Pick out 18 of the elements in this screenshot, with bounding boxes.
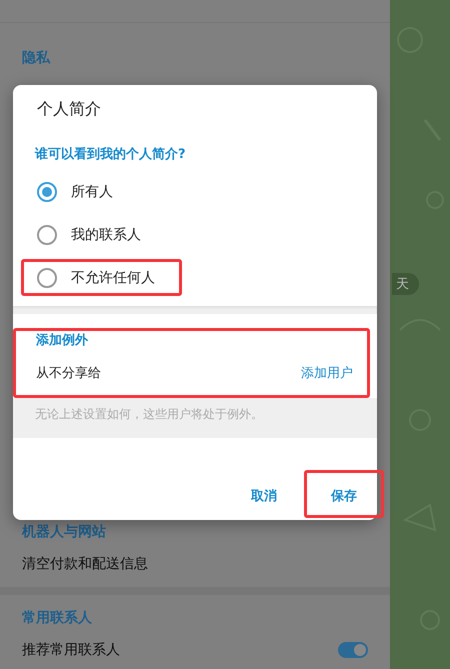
radio-option[interactable]: 我的联系人 — [21, 216, 168, 253]
dialog-button[interactable]: 保存 — [304, 470, 384, 518]
dialog-title: 个人简介 — [36, 98, 102, 120]
section-title: 隐私 — [22, 48, 52, 68]
dialog-button[interactable]: 取消 — [230, 470, 298, 518]
hint-text: 无论上述设置如何，这些用户将处于例外。 — [13, 398, 377, 438]
date-chip: 天 — [392, 273, 419, 295]
toggle-switch[interactable] — [338, 642, 368, 658]
section-title: 添加例外 — [36, 332, 89, 350]
section-title: 机器人与网站 — [22, 523, 107, 542]
setting-label[interactable]: 清空付款和配送信息 — [22, 555, 148, 574]
exception-label: 从不分享给 — [36, 365, 101, 382]
section-title: 常用联系人 — [22, 609, 93, 628]
radio-option[interactable]: 所有人 — [21, 173, 140, 210]
setting-label[interactable]: 推荐常用联系人 — [22, 641, 120, 659]
radio-option[interactable]: 不允许任何人 — [21, 259, 182, 296]
add-user-link[interactable]: 添加用户 — [301, 364, 353, 382]
question-label: 谁可以看到我的个人简介? — [34, 146, 187, 164]
